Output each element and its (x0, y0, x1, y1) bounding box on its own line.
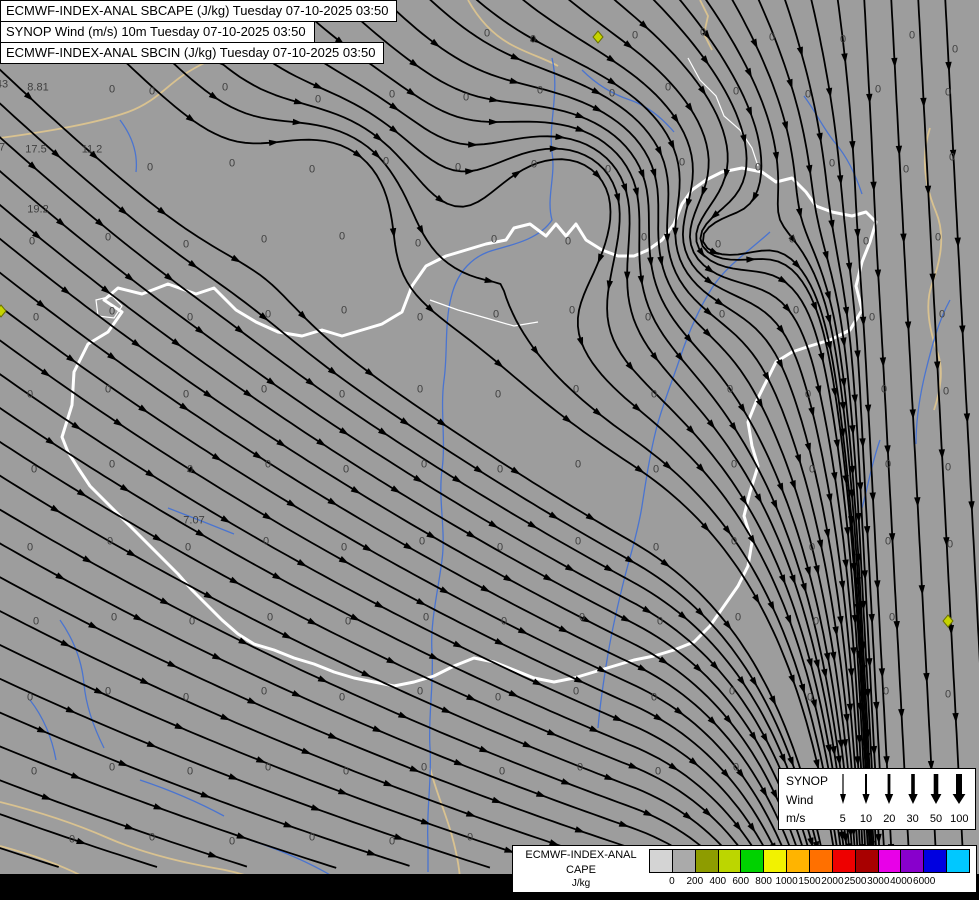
streamline (0, 508, 721, 865)
wind-arrow-icon (930, 774, 942, 804)
title-sbcape: ECMWF-INDEX-ANAL SBCAPE (J/kg) Tuesday 0… (0, 0, 398, 22)
wind-speed-label: 100 (950, 813, 969, 825)
cape-tick-label: 2000 (821, 876, 844, 887)
cape-color-cell (855, 850, 879, 872)
river (249, 839, 333, 877)
cape-color-cell (741, 850, 765, 872)
cape-legend-parameter: CAPE (566, 863, 596, 876)
streamline (0, 745, 337, 869)
cape-color-cell (718, 850, 742, 872)
cape-legend-titles: ECMWF-INDEX-ANAL CAPE J/kg (513, 846, 649, 892)
cape-tick-label: 200 (686, 876, 704, 887)
wind-arrow-icon (907, 774, 918, 804)
thin-border (687, 57, 759, 167)
cape-color-cell (650, 850, 673, 872)
cape-tick-label: 800 (755, 876, 772, 887)
cape-legend-model: ECMWF-INDEX-ANAL (525, 849, 637, 862)
streamline (0, 542, 702, 867)
cape-legend: ECMWF-INDEX-ANAL CAPE J/kg 0 200 400 600 800… (512, 845, 977, 893)
cape-color-cell (810, 850, 833, 872)
river (119, 119, 138, 173)
cape-tick-label: 4000 (890, 876, 913, 887)
station-marker (592, 30, 604, 44)
streamline (429, 0, 860, 866)
cape-color-cell (878, 850, 902, 872)
streamline (0, 610, 627, 868)
wind-speed-entry: 30 (901, 771, 924, 827)
wind-speed-entry: 20 (878, 771, 901, 827)
streamline (336, 0, 854, 864)
cape-color-cell (764, 850, 788, 872)
cape-color-cell (924, 850, 948, 872)
streamline (106, 0, 841, 865)
wind-legend-units: m/s (786, 811, 806, 825)
wind-speed-entry: 100 (948, 771, 971, 827)
streamline (917, 0, 965, 861)
cape-colorbar (649, 849, 970, 873)
streamline (382, 0, 857, 863)
cape-color-cell (672, 850, 696, 872)
cape-legend-units: J/kg (571, 877, 591, 889)
cape-tick-label: 2500 (844, 876, 867, 887)
cape-tick-label: 600 (732, 876, 750, 887)
cape-tick-label: 0 (669, 876, 675, 887)
cape-tick-label: 3000 (867, 876, 890, 887)
wind-speed-label: 50 (929, 813, 943, 825)
cape-color-cell (695, 850, 719, 872)
wind-speed-label: 10 (859, 813, 873, 825)
streamline (521, 0, 865, 865)
wind-legend-quantity: Wind (786, 792, 814, 807)
wind-speed-label: 30 (906, 813, 919, 825)
streamlines (0, 0, 979, 869)
cape-colorbar-area: 0 200 400 600 800 1000 1500 2000 2500 3000 4000 600… (649, 846, 976, 892)
streamline (944, 0, 979, 664)
wind-legend-titles: SYNOP Wind m/s (779, 769, 831, 829)
wind-speed-scale: 5 10 20 30 50 100 (831, 769, 975, 829)
streamline (0, 407, 766, 868)
wind-arrow-icon (862, 774, 870, 804)
cape-tick-labels: 0 200 400 600 800 1000 1500 2000 2500 3000 4000 600… (649, 873, 970, 889)
wind-arrow-icon (839, 774, 846, 804)
river (915, 299, 951, 445)
streamline (0, 440, 753, 865)
wind-speed-entry: 50 (924, 771, 947, 827)
cape-tick-label: 6000 (913, 876, 936, 887)
wind-legend-network: SYNOP (786, 774, 829, 788)
station-marker (0, 304, 7, 318)
wind-speed-entry: 10 (854, 771, 877, 827)
title-wind: SYNOP Wind (m/s) 10m Tuesday 07-10-2025 … (0, 21, 315, 43)
cape-tick-label: 400 (709, 876, 727, 887)
title-sbcin: ECMWF-INDEX-ANAL SBCIN (J/kg) Tuesday 07… (0, 42, 385, 64)
wind-arrow-icon (885, 774, 894, 804)
cape-color-cell (901, 850, 925, 872)
river (426, 57, 556, 872)
cape-tick-label: 1500 (798, 876, 821, 887)
weather-map: 438.81717.511.219.27.0700000000000000000… (0, 0, 979, 900)
streamline (60, 0, 837, 863)
streamline (198, 0, 847, 868)
cape-color-cell (947, 850, 970, 872)
wind-legend: SYNOP Wind m/s 5 10 20 30 50 100 (778, 768, 976, 830)
streamline (0, 711, 410, 867)
wind-arrow-icon (952, 774, 966, 804)
wind-speed-label: 20 (883, 813, 896, 825)
streamline (0, 170, 813, 862)
title-block: ECMWF-INDEX-ANAL SBCAPE (J/kg) Tuesday 0… (0, 0, 398, 64)
cape-color-cell (787, 850, 811, 872)
map-svg (0, 0, 979, 900)
wind-speed-entry: 5 (831, 771, 854, 827)
cape-tick-label: 1000 (775, 876, 798, 887)
cape-color-cell (832, 850, 856, 872)
wind-speed-label: 5 (839, 813, 846, 825)
